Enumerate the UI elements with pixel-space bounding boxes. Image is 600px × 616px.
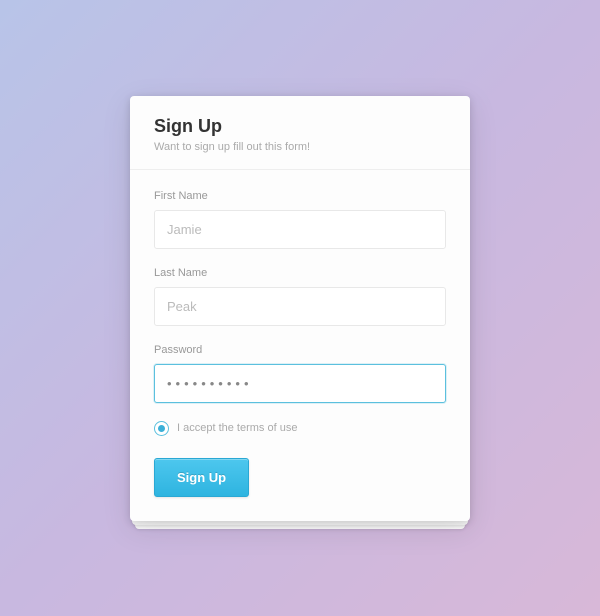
terms-radio[interactable]: [154, 421, 169, 436]
card-header: Sign Up Want to sign up fill out this fo…: [130, 96, 470, 170]
last-name-label: Last Name: [154, 267, 446, 279]
signup-card-stack: Sign Up Want to sign up fill out this fo…: [130, 96, 470, 521]
first-name-group: First Name: [154, 190, 446, 249]
last-name-group: Last Name: [154, 267, 446, 326]
signup-card: Sign Up Want to sign up fill out this fo…: [130, 96, 470, 521]
terms-label: I accept the terms of use: [177, 422, 297, 434]
password-input[interactable]: ••••••••••: [154, 364, 446, 403]
radio-dot-icon: [158, 425, 165, 432]
signup-button[interactable]: Sign Up: [154, 458, 249, 497]
last-name-input[interactable]: [154, 287, 446, 326]
first-name-label: First Name: [154, 190, 446, 202]
first-name-input[interactable]: [154, 210, 446, 249]
terms-row[interactable]: I accept the terms of use: [154, 421, 446, 436]
password-group: Password ••••••••••: [154, 344, 446, 403]
page-subtitle: Want to sign up fill out this form!: [154, 141, 446, 153]
page-title: Sign Up: [154, 116, 446, 137]
form-body: First Name Last Name Password ••••••••••…: [130, 170, 470, 521]
password-label: Password: [154, 344, 446, 356]
